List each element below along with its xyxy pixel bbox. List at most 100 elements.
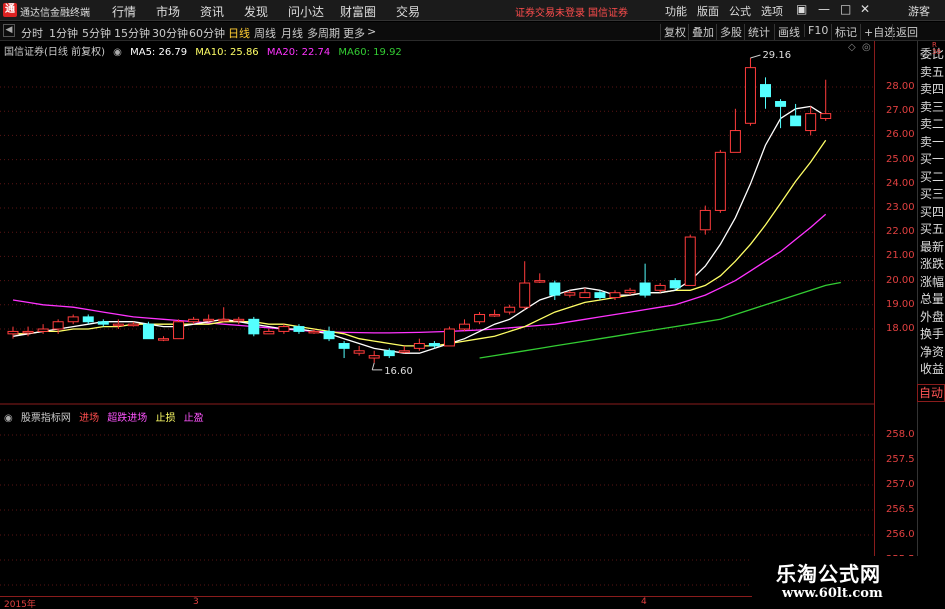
menu-trade[interactable]: 交易	[396, 3, 420, 20]
candle-body	[639, 282, 651, 296]
candle-body	[398, 350, 410, 353]
btn-adjust[interactable]: 复权	[660, 24, 686, 40]
side-tab[interactable]: 买四	[918, 203, 945, 220]
ma20-line	[12, 213, 827, 334]
chart-option-icon[interactable]: ◎	[862, 42, 871, 53]
btn-stats[interactable]: 统计	[744, 24, 770, 40]
menu-formula[interactable]: 公式	[729, 3, 751, 19]
btn-draw-line[interactable]: 画线	[774, 24, 800, 40]
btn-mark[interactable]: 标记	[831, 24, 857, 40]
period-multi[interactable]: 多周期	[307, 25, 340, 41]
candle-body	[173, 321, 185, 340]
low-price-label: 16.60	[384, 366, 413, 377]
ma60-value: MA60: 19.92	[338, 47, 402, 58]
side-tab[interactable]: 买一	[918, 150, 945, 167]
watermark-title: 乐淘公式网	[776, 562, 881, 586]
candle-body	[744, 67, 756, 124]
side-tab[interactable]: 净资	[918, 343, 945, 360]
menu-news[interactable]: 资讯	[200, 3, 224, 20]
skin-icon[interactable]: ▣	[796, 2, 807, 16]
indicator-toggle-icon[interactable]: ◉	[4, 413, 13, 424]
period-daily[interactable]: 日线	[228, 25, 250, 41]
candle-body	[534, 280, 546, 283]
ma60-line	[479, 281, 841, 359]
side-corner-label: R 39	[932, 41, 941, 56]
side-tab[interactable]: 卖三	[918, 98, 945, 115]
side-tab[interactable]: 卖二	[918, 115, 945, 132]
indicator-chart[interactable]	[0, 405, 875, 596]
indicator-tick-label: 258.0	[886, 429, 915, 440]
side-tab[interactable]: 涨幅	[918, 273, 945, 290]
kline-chart[interactable]: 29.16 16.60	[0, 41, 875, 405]
period-more[interactable]: 更多	[343, 25, 365, 41]
btn-multi-stock[interactable]: 多股	[716, 24, 742, 40]
period-monthly[interactable]: 月线	[281, 25, 303, 41]
chart-diamond-icon[interactable]: ◇	[848, 42, 856, 53]
btn-f10[interactable]: F10	[804, 24, 828, 37]
period-15min[interactable]: 15分钟	[114, 25, 150, 41]
side-tab[interactable]: 买二	[918, 168, 945, 185]
candle	[790, 103, 802, 127]
candle-body	[97, 321, 109, 325]
candle-body	[684, 236, 696, 286]
close-icon[interactable]: ✕	[860, 2, 870, 16]
high-price-label: 29.16	[762, 50, 791, 61]
candle-body	[368, 355, 380, 359]
minimize-icon[interactable]: —	[818, 2, 830, 16]
maximize-icon[interactable]: □	[840, 2, 851, 16]
menu-layout[interactable]: 版面	[697, 3, 719, 19]
side-tab[interactable]: 总量	[918, 290, 945, 307]
menu-discover[interactable]: 发现	[244, 3, 268, 20]
candle	[7, 326, 19, 339]
candle-body	[293, 326, 305, 332]
candle-body	[504, 306, 516, 313]
side-tab[interactable]: 卖四	[918, 80, 945, 97]
candle	[173, 319, 185, 340]
menu-function[interactable]: 功能	[665, 3, 687, 19]
period-weekly[interactable]: 周线	[254, 25, 276, 41]
side-tab[interactable]: 买五	[918, 220, 945, 237]
period-60min[interactable]: 60分钟	[189, 25, 225, 41]
login-warning[interactable]: 证券交易未登录	[515, 4, 585, 19]
candle	[353, 345, 365, 356]
prev-arrow-icon[interactable]: ◀	[3, 24, 15, 37]
candle-body	[188, 318, 200, 323]
period-30min[interactable]: 30分钟	[152, 25, 188, 41]
side-tab[interactable]: 买三	[918, 185, 945, 202]
side-tab[interactable]: 外盘	[918, 308, 945, 325]
menu-wealth-circle[interactable]: 财富圈	[340, 3, 376, 20]
side-tab[interactable]: 卖五	[918, 63, 945, 80]
candle	[413, 338, 425, 351]
side-tab[interactable]: 卖一	[918, 133, 945, 150]
period-tick[interactable]: 分时	[21, 25, 43, 41]
legend-entry: 进场	[79, 413, 100, 424]
candle-body	[413, 343, 425, 349]
menu-options[interactable]: 选项	[761, 3, 783, 19]
guest-label[interactable]: 游客	[908, 3, 930, 19]
side-tab[interactable]: 换手	[918, 325, 945, 342]
menu-market[interactable]: 市场	[156, 3, 180, 20]
ma-toggle-icon[interactable]: ◉	[113, 47, 122, 58]
side-tab[interactable]: 收益	[918, 360, 945, 377]
side-tab[interactable]: 涨跌	[918, 255, 945, 272]
period-5min[interactable]: 5分钟	[82, 25, 111, 41]
btn-overlay[interactable]: 叠加	[688, 24, 714, 40]
period-1min[interactable]: 1分钟	[49, 25, 78, 41]
menu-quotes[interactable]: 行情	[112, 3, 136, 20]
candle	[760, 77, 771, 109]
btn-back[interactable]: 返回	[892, 24, 918, 40]
btn-add-favorite[interactable]: +自选	[860, 24, 895, 40]
auto-button[interactable]: 自动	[917, 384, 945, 402]
ma20-value: MA20: 22.74	[266, 47, 331, 58]
candle-body	[127, 323, 139, 327]
candle	[368, 350, 380, 363]
side-tab[interactable]: 最新	[918, 238, 945, 255]
candle	[398, 345, 410, 354]
title-bar: 通 通达信金融终端 行情 市场 资讯 发现 问小达 财富圈 交易 证券交易未登录…	[0, 0, 945, 21]
stock-name: 国信证券(日线 前复权)	[4, 47, 105, 58]
more-arrow-icon[interactable]: >	[367, 25, 376, 38]
broker-name[interactable]: 国信证券	[588, 4, 628, 19]
menu-ask-xiaoda[interactable]: 问小达	[288, 3, 324, 20]
watermark-url: www.60lt.com	[782, 586, 883, 601]
candle	[474, 312, 486, 325]
